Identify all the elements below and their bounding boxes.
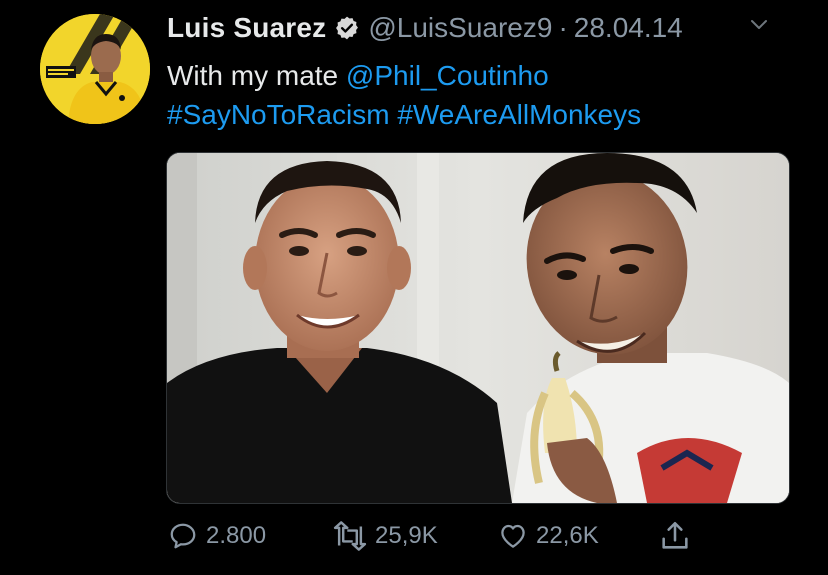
avatar[interactable] (40, 14, 150, 124)
verified-badge-icon (334, 15, 360, 41)
display-name[interactable]: Luis Suarez (167, 12, 326, 44)
tweet-text-line-1: With my mate @Phil_Coutinho (167, 56, 787, 95)
retweet-button[interactable]: 25,9K (331, 516, 438, 556)
tweet-actions: 2.800 25,9K 22,6K (166, 516, 726, 556)
share-icon (662, 521, 688, 549)
hashtag-link-1[interactable]: #SayNoToRacism (167, 99, 390, 130)
tweet-text-prefix: With my mate (167, 60, 346, 91)
avatar-image (40, 14, 150, 124)
like-icon (501, 524, 525, 548)
like-count: 22,6K (536, 522, 599, 549)
mention-link[interactable]: @Phil_Coutinho (346, 60, 549, 91)
tweet-text: With my mate @Phil_Coutinho #SayNoToRaci… (167, 56, 787, 134)
tweet-date[interactable]: 28.04.14 (574, 12, 683, 44)
like-button[interactable]: 22,6K (496, 516, 599, 556)
tweet-text-line-2: #SayNoToRacism #WeAreAllMonkeys (167, 95, 787, 134)
reply-count: 2.800 (206, 522, 267, 549)
chevron-down-icon[interactable] (750, 18, 768, 32)
reply-icon (170, 523, 196, 549)
retweet-icon (333, 521, 367, 551)
photo-image (167, 153, 789, 503)
hashtag-link-2[interactable]: #WeAreAllMonkeys (397, 99, 641, 130)
retweet-count: 25,9K (375, 522, 438, 549)
tweet-photo[interactable] (166, 152, 790, 504)
tweet-header: Luis Suarez @LuisSuarez9 · 28.04.14 (167, 10, 683, 46)
reply-button[interactable]: 2.800 (166, 516, 266, 556)
handle[interactable]: @LuisSuarez9 (368, 12, 552, 44)
tweet[interactable]: Luis Suarez @LuisSuarez9 · 28.04.14 With… (0, 0, 828, 575)
share-button[interactable] (658, 516, 698, 556)
separator-dot: · (558, 12, 568, 43)
